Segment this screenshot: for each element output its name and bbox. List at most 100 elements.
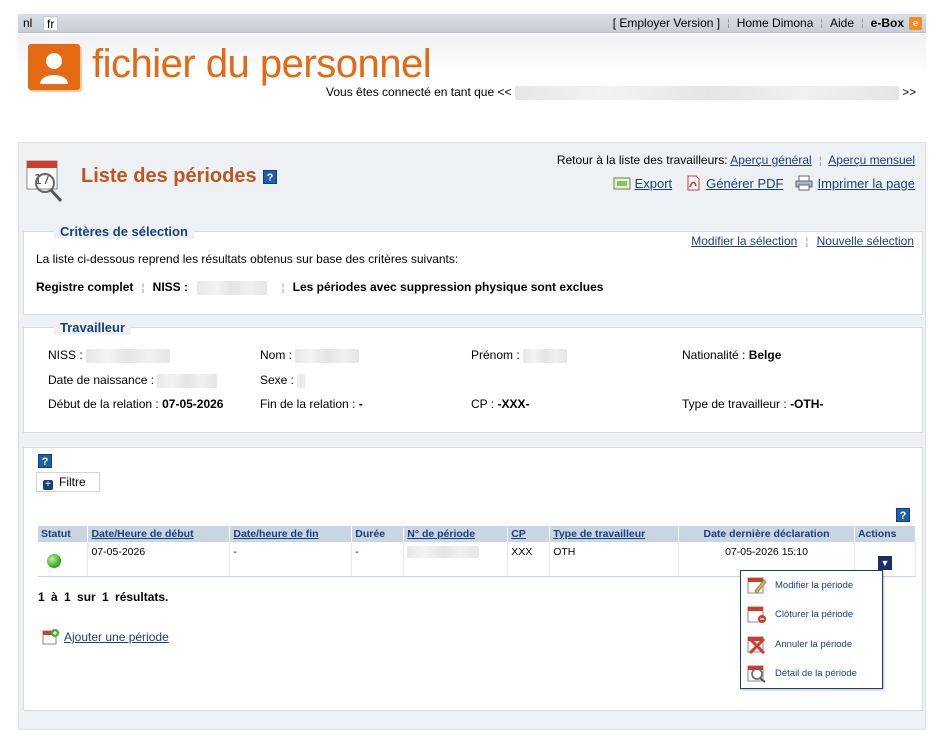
toolbar: Export Générer PDF Imprimer la page [613, 175, 915, 191]
start-value: 07-05-2026 [162, 397, 224, 411]
top-bar: nl fr [ Employer Version ] ¦ Home Dimona… [18, 14, 926, 33]
worker-nationality: Nationalité : Belge [682, 348, 781, 362]
col-duree: Durée [351, 526, 405, 542]
print-button[interactable]: Imprimer la page [795, 175, 915, 191]
separator: ¦ [141, 283, 145, 294]
worker-start: Début de la relation : 07-05-2026 [48, 397, 223, 411]
type-value: -OTH- [790, 397, 824, 411]
ebox-link[interactable]: e-Box [871, 16, 904, 31]
criteria-description: La liste ci-dessous reprend les résultat… [36, 252, 459, 266]
menu-item-detail[interactable]: Détail de la période [747, 662, 857, 684]
worker-birthdate: Date de naissance : [48, 373, 218, 388]
criteria-legend: Critères de sélection [54, 224, 194, 239]
start-label: Début de la relation : [48, 397, 159, 411]
calendar-cancel-icon [747, 636, 766, 654]
aide-link[interactable]: Aide [830, 16, 854, 31]
separator: ¦ [861, 18, 864, 29]
start-cell: 07-05-2026 [87, 542, 231, 577]
filter-label: Filtre [59, 475, 86, 489]
pdf-button[interactable]: Générer PDF [684, 175, 783, 191]
niss-field-label: NISS : [48, 348, 83, 362]
export-icon [613, 177, 631, 190]
sexe-label: Sexe : [260, 373, 295, 387]
end-cell: - [229, 542, 353, 577]
export-link[interactable]: Export [635, 176, 673, 191]
back-links: Retour à la liste des travailleurs: Aper… [557, 153, 915, 167]
col-statut: Statut [38, 526, 89, 542]
col-cp-sort[interactable]: CP [507, 526, 551, 542]
menu-item-close[interactable]: Clôturer la période [747, 603, 853, 625]
separator: ¦ [727, 18, 730, 29]
connected-as: Vous êtes connecté en tant que << >> [326, 85, 916, 100]
banner: fichier du personnel Vous êtes connecté … [18, 34, 926, 106]
separator: ¦ [281, 283, 285, 294]
calendar-add-icon [42, 629, 59, 645]
col-period-number-sort[interactable]: N° de période [403, 526, 509, 542]
apercu-general-link[interactable]: Aperçu général [730, 153, 811, 167]
add-period-link[interactable]: Ajouter une période [64, 630, 169, 644]
help-icon[interactable]: ? [896, 508, 910, 522]
redacted-user [514, 85, 899, 100]
brand-title: fichier du personnel [92, 42, 432, 86]
redacted-value [86, 348, 171, 363]
separator: ¦ [820, 18, 824, 29]
separator: ¦ [819, 156, 822, 167]
nationality-label: Nationalité : [682, 348, 746, 362]
connected-prefix: Vous êtes connecté en tant que << [326, 85, 512, 99]
redacted-value [295, 348, 360, 363]
home-dimona-link[interactable]: Home Dimona [737, 16, 814, 31]
back-label: Retour à la liste des travailleurs: [556, 153, 728, 167]
result-count: 1 à 1 sur 1 résultats. [38, 590, 169, 604]
criteria-values: Registre complet ¦ NISS : ¦ Les périodes… [36, 280, 603, 295]
add-period-button[interactable]: Ajouter une période [42, 628, 169, 646]
birthdate-label: Date de naissance : [48, 373, 155, 387]
menu-item-cancel[interactable]: Annuler la période [747, 633, 852, 655]
worker-nom: Nom : [260, 348, 360, 363]
status-green-icon [47, 554, 61, 568]
worker-end: Fin de la relation : - [260, 397, 363, 411]
lang-nl-link[interactable]: nl [20, 16, 35, 31]
new-selection-link[interactable]: Nouvelle sélection [817, 234, 914, 248]
col-start-sort[interactable]: Date/Heure de début [87, 526, 231, 542]
duration-cell: - [351, 542, 405, 577]
printer-icon [795, 175, 813, 191]
redacted-value [523, 348, 568, 363]
lang-fr-link[interactable]: fr [43, 16, 59, 31]
nom-label: Nom : [260, 348, 293, 362]
apercu-mensuel-link[interactable]: Aperçu mensuel [828, 153, 915, 167]
actions-dropdown-button[interactable]: ▼ [877, 556, 892, 570]
export-button[interactable]: Export [613, 175, 673, 191]
modify-selection-link[interactable]: Modifier la sélection [691, 234, 797, 248]
help-icon[interactable]: ? [38, 454, 52, 468]
top-nav: [ Employer Version ] ¦ Home Dimona ¦ Aid… [613, 16, 922, 31]
filter-toggle[interactable]: + Filtre [36, 472, 100, 492]
type-label: Type de travailleur : [682, 397, 787, 411]
redacted-value [157, 373, 218, 388]
actions-menu: Modifier la période Clôturer la période … [740, 570, 883, 689]
calendar-search-icon: 17 [25, 157, 65, 205]
worker-niss: NISS : [48, 348, 171, 363]
person-logo-icon [28, 44, 80, 90]
niss-label: NISS : [152, 280, 188, 294]
cp-cell: XXX [507, 542, 551, 577]
separator: ¦ [805, 237, 809, 248]
print-link[interactable]: Imprimer la page [817, 176, 915, 191]
table-header-row: Statut Date/Heure de début Date/heure de… [38, 526, 917, 542]
help-icon[interactable]: ? [263, 170, 277, 184]
worker-prenom: Prénom : [471, 348, 568, 363]
end-label: Fin de la relation : [260, 397, 356, 411]
employer-version-link[interactable]: [ Employer Version ] [613, 16, 720, 31]
period-number-cell [403, 542, 509, 577]
cp-value: -XXX- [497, 397, 530, 411]
col-type-sort[interactable]: Type de travailleur [549, 526, 680, 542]
worker-type: Type de travailleur : -OTH- [682, 397, 823, 411]
menu-item-label: Annuler la période [775, 638, 853, 650]
pdf-link[interactable]: Générer PDF [706, 176, 783, 191]
redacted-value [407, 546, 480, 559]
cp-label: CP : [471, 397, 495, 411]
calendar-close-icon [747, 606, 766, 623]
col-end-sort[interactable]: Date/heure de fin [229, 526, 353, 542]
menu-item-modify[interactable]: Modifier la période [747, 574, 853, 596]
ebox-icon[interactable]: e [909, 17, 922, 30]
registre-label: Registre complet [36, 280, 134, 294]
